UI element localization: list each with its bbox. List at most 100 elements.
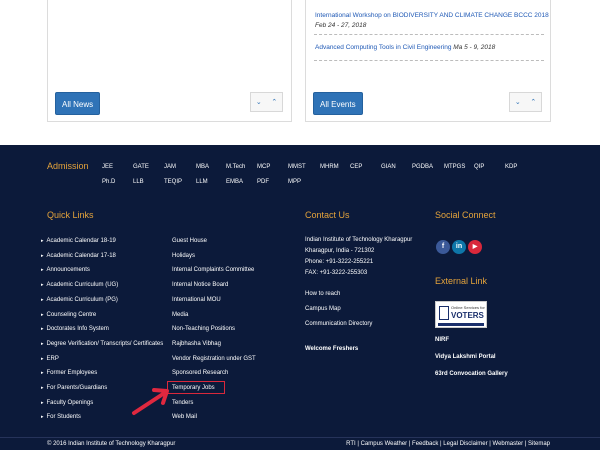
chevron-up-icon[interactable]: ⌃ — [271, 98, 277, 106]
site-footer: Admission JEE GATE JAM MBA M.Tech MCP MMST MHRM… — [0, 145, 600, 450]
quick-link-item[interactable]: ▸ For Parents/Guardians — [41, 385, 107, 391]
admission-link-13[interactable]: KDP — [505, 164, 517, 170]
youtube-icon[interactable]: ▶ — [468, 240, 482, 254]
admission-link-9[interactable]: GIAN — [381, 164, 396, 170]
quick-link-item[interactable]: Vendor Registration under GST — [172, 356, 256, 362]
quick-link-label[interactable]: Academic Calendar 17-18 — [47, 253, 116, 259]
quick-link-item[interactable]: ▸ Degree Verification/ Transcripts/ Certi… — [41, 341, 163, 347]
red-arrow-icon — [132, 388, 169, 415]
quick-link-item[interactable]: ▸ Academic Calendar 17-18 — [41, 253, 116, 259]
admission-link-1[interactable]: GATE — [133, 164, 149, 170]
contact-address-line: Indian Institute of Technology Kharagpur — [305, 237, 413, 243]
quick-link-label[interactable]: Faculty Openings — [47, 400, 94, 406]
quick-link-item[interactable]: ▸ Academic Calendar 18-19 — [41, 238, 116, 244]
vidya-lakshmi-link[interactable]: Vidya Lakshmi Portal — [435, 354, 496, 360]
bullet-icon: ▸ — [41, 385, 44, 391]
copyright-text: © 2016 Indian Institute of Technology Kh… — [47, 441, 176, 447]
voters-banner-strip — [438, 323, 484, 326]
quick-link-item[interactable]: ▸ Academic Curriculum (PG) — [41, 297, 118, 303]
divider — [314, 34, 544, 35]
quick-link-label[interactable]: Former Employees — [47, 370, 98, 376]
external-link-heading: External Link — [435, 276, 488, 286]
admission-link-row2-6[interactable]: MPP — [288, 179, 301, 185]
quick-link-label[interactable]: Academic Curriculum (PG) — [47, 297, 118, 303]
quick-link-item[interactable]: ▸ Doctorates Info System — [41, 326, 109, 332]
voters-services-banner[interactable]: Online Services for VOTERS — [435, 301, 487, 328]
quick-link-item[interactable]: ▸ Counseling Centre — [41, 312, 96, 318]
welcome-freshers-link[interactable]: Welcome Freshers — [305, 346, 358, 352]
quick-link-item[interactable]: Rajbhasha Vibhag — [172, 341, 221, 347]
quick-link-item[interactable]: Guest House — [172, 238, 207, 244]
quick-link-item[interactable]: ▸ ERP — [41, 356, 59, 362]
communication-directory-link[interactable]: Communication Directory — [305, 321, 372, 327]
quick-link-item[interactable]: Internal Complaints Committee — [172, 267, 254, 273]
quick-link-item[interactable]: International MOU — [172, 297, 221, 303]
chevron-up-icon[interactable]: ⌃ — [530, 98, 536, 106]
bullet-icon: ▸ — [41, 282, 44, 289]
quick-link-item[interactable]: Media — [172, 312, 188, 318]
admission-link-5[interactable]: MCP — [257, 164, 270, 170]
event-item[interactable]: International Workshop on BIODIVERSITY A… — [315, 12, 549, 19]
admission-link-10[interactable]: PGDBA — [412, 164, 433, 170]
admission-link-row2-0[interactable]: Ph.D — [102, 179, 115, 185]
ballot-box-icon — [439, 306, 449, 320]
quick-link-label[interactable]: Academic Curriculum (UG) — [47, 282, 119, 288]
quick-link-item[interactable]: ▸ For Students — [41, 414, 81, 420]
contact-heading: Contact Us — [305, 210, 350, 220]
quick-link-label[interactable]: For Students — [47, 414, 81, 420]
quick-link-item[interactable]: ▸ Faculty Openings — [41, 400, 93, 406]
all-events-button[interactable]: All Events — [313, 92, 363, 115]
nirf-link[interactable]: NIRF — [435, 337, 449, 343]
quick-link-item[interactable]: ▸ Academic Curriculum (UG) — [41, 282, 118, 288]
quick-link-label[interactable]: Doctorates Info System — [47, 326, 109, 332]
bullet-icon: ▸ — [41, 267, 44, 274]
admission-link-row2-4[interactable]: EMBA — [226, 179, 243, 185]
admission-link-11[interactable]: MTPGS — [444, 164, 465, 170]
admission-link-row2-5[interactable]: PDF — [257, 179, 269, 185]
voters-banner-top: Online Services for — [451, 305, 485, 310]
admission-link-row2-2[interactable]: TEQIP — [164, 179, 182, 185]
event-date-text: Feb 24 - 27, 2018 — [315, 22, 367, 29]
admission-link-0[interactable]: JEE — [102, 164, 113, 170]
chevron-down-icon[interactable]: ⌄ — [256, 98, 262, 106]
admission-heading: Admission — [47, 161, 89, 171]
bullet-icon: ▸ — [41, 326, 44, 333]
how-to-reach-link[interactable]: How to reach — [305, 291, 340, 297]
admission-link-8[interactable]: CEP — [350, 164, 362, 170]
quick-link-label[interactable]: Degree Verification/ Transcripts/ Certif… — [47, 341, 164, 347]
footer-bottom-links[interactable]: RTI | Campus Weather | Feedback | Legal … — [346, 441, 550, 447]
linkedin-icon[interactable]: in — [452, 240, 466, 254]
quick-link-label[interactable]: Announcements — [47, 267, 90, 273]
voters-banner-main: VOTERS — [451, 311, 484, 320]
quick-link-item[interactable]: Internal Notice Board — [172, 282, 228, 288]
admission-link-2[interactable]: JAM — [164, 164, 176, 170]
quick-link-label[interactable]: For Parents/Guardians — [47, 385, 108, 391]
quick-link-item[interactable]: Non-Teaching Positions — [172, 326, 235, 332]
admission-link-4[interactable]: M.Tech — [226, 164, 245, 170]
admission-link-6[interactable]: MMST — [288, 164, 306, 170]
divider — [314, 60, 544, 61]
quick-link-item[interactable]: Holidays — [172, 253, 195, 259]
admission-link-12[interactable]: QIP — [474, 164, 484, 170]
admission-link-row2-3[interactable]: LLM — [196, 179, 208, 185]
admission-link-row2-1[interactable]: LLB — [133, 179, 144, 185]
event-item[interactable]: Advanced Computing Tools in Civil Engine… — [315, 44, 495, 51]
quick-link-item[interactable]: ▸ Announcements — [41, 267, 90, 273]
quick-link-label[interactable]: Academic Calendar 18-19 — [47, 238, 116, 244]
facebook-icon[interactable]: f — [436, 240, 450, 254]
quick-link-item[interactable]: ▸ Former Employees — [41, 370, 97, 376]
quick-link-item[interactable]: Sponsored Research — [172, 370, 228, 376]
admission-link-7[interactable]: MHRM — [320, 164, 339, 170]
event-title[interactable]: Advanced Computing Tools in Civil Engine… — [315, 44, 451, 51]
event-title[interactable]: International Workshop on BIODIVERSITY A… — [315, 12, 549, 19]
quick-link-label[interactable]: Counseling Centre — [47, 312, 97, 318]
bullet-icon: ▸ — [41, 355, 44, 362]
events-carousel-nav: ⌄ ⌃ — [509, 92, 542, 112]
chevron-down-icon[interactable]: ⌄ — [515, 98, 521, 106]
campus-map-link[interactable]: Campus Map — [305, 306, 341, 312]
quick-link-label[interactable]: ERP — [47, 356, 59, 362]
convocation-gallery-link[interactable]: 63rd Convocation Gallery — [435, 371, 508, 377]
quick-links-heading: Quick Links — [47, 210, 94, 220]
all-news-button[interactable]: All News — [55, 92, 101, 115]
admission-link-3[interactable]: MBA — [196, 164, 209, 170]
